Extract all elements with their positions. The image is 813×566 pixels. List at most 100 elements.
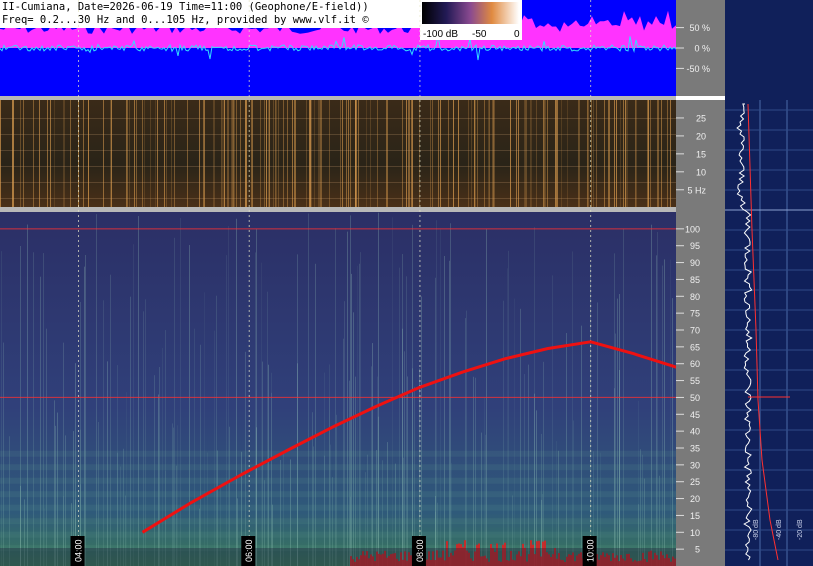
- spectrogram-streak: [133, 244, 134, 566]
- spectrogram-streak: [392, 217, 393, 566]
- low-spectrogram-streak: [477, 100, 478, 207]
- spectrogram-streak: [597, 302, 598, 566]
- main-freq-tick-label: 35: [690, 444, 700, 454]
- low-spectrogram-streak: [440, 100, 441, 207]
- main-freq-tick-label: 75: [690, 309, 700, 319]
- low-spectrogram-streak: [264, 100, 265, 207]
- low-spectrogram-streak: [468, 100, 469, 207]
- low-spectrogram-streak: [370, 100, 371, 207]
- low-spectrogram-streak: [648, 100, 649, 207]
- low-spectrogram-streak: [266, 100, 267, 207]
- main-freq-tick-label: 5: [695, 545, 700, 555]
- main-freq-tick-label: 55: [690, 376, 700, 386]
- spectrogram-streak: [216, 295, 217, 566]
- spectrogram-streak: [421, 296, 422, 566]
- low-spectrogram-streak: [276, 100, 277, 207]
- main-freq-tick-label: 65: [690, 342, 700, 352]
- low-spectrogram-streak: [204, 100, 205, 207]
- low-spectrogram-band: [0, 118, 676, 119]
- low-band-shade: [0, 548, 676, 566]
- low-spectrogram-band: [0, 134, 676, 135]
- low-spectrogram-streak: [171, 100, 172, 207]
- spectrogram-streak: [96, 214, 97, 566]
- low-spectrogram-streak: [227, 100, 229, 207]
- low-spectrogram-streak: [492, 100, 494, 207]
- low-spectrogram-streak: [489, 100, 490, 207]
- main-freq-tick-label: 50: [690, 393, 700, 403]
- spectrogram-streak: [503, 300, 504, 566]
- side-profile-tick-label: -40 dB: [776, 519, 783, 540]
- low-spectrogram-streak: [83, 100, 84, 207]
- low-spectrogram-band: [0, 198, 676, 199]
- low-spectrogram-streak: [213, 100, 215, 207]
- low-spectrogram-streak: [579, 100, 580, 207]
- spectrogram-streak: [180, 217, 181, 566]
- low-spectrogram-streak: [488, 100, 489, 207]
- colorbar-tick: 0: [514, 29, 520, 40]
- low-spectrogram-streak: [604, 100, 605, 207]
- spectrogram-streak: [350, 215, 351, 566]
- spectrogram-streak: [138, 216, 139, 566]
- spectrogram-streak: [465, 318, 466, 566]
- low-freq-tick-label: 5 Hz: [687, 185, 706, 195]
- spectrogram-streak: [204, 292, 205, 566]
- spectrogram-streak: [236, 218, 237, 566]
- low-spectrogram-streak: [129, 100, 130, 207]
- main-freq-tick-label: 95: [690, 241, 700, 251]
- low-spectrogram-streak: [616, 100, 617, 207]
- low-spectrogram-streak: [647, 100, 648, 207]
- low-spectrogram-streak: [0, 100, 1, 207]
- time-tick-label: 06:00: [244, 539, 254, 562]
- low-spectrogram-streak: [661, 100, 662, 207]
- amplitude-tick-label: 50 %: [689, 23, 710, 33]
- low-spectrogram-streak: [273, 100, 274, 207]
- colorbar-tick: -50: [472, 29, 487, 40]
- low-spectrogram-streak: [234, 100, 235, 207]
- spectrogram-streak: [436, 220, 437, 566]
- low-spectrogram-streak: [650, 100, 651, 207]
- spectrogram-streak: [349, 380, 350, 566]
- spectrogram-streak: [615, 333, 616, 566]
- spectrogram-streak: [143, 311, 144, 566]
- low-spectrogram-streak: [33, 100, 34, 207]
- low-spectrogram-streak: [536, 100, 537, 207]
- low-spectrogram-streak: [50, 100, 51, 207]
- spectrogram-chart: -100 dB -50 0 50 % 0 % -50 % 04:00 06:00 08:…: [0, 0, 813, 566]
- low-spectrogram-streak: [224, 100, 225, 207]
- low-spectrogram-streak: [635, 100, 637, 207]
- low-spectrogram-streak: [366, 100, 367, 207]
- low-spectrogram-streak: [386, 100, 388, 207]
- main-freq-tick-label: 25: [690, 477, 700, 487]
- low-freq-spectrogram: [0, 100, 676, 207]
- low-spectrogram-streak: [411, 100, 412, 207]
- spectrogram-streak: [514, 298, 515, 566]
- low-spectrogram-streak: [346, 100, 347, 207]
- low-spectrogram-streak: [555, 100, 556, 207]
- low-spectrogram-streak: [88, 100, 89, 207]
- low-spectrogram-streak: [430, 100, 431, 207]
- spectrogram-streak: [581, 325, 582, 566]
- low-spectrogram-streak: [484, 100, 485, 207]
- spectrogram-streak: [450, 223, 451, 566]
- low-spectrogram-streak: [453, 100, 454, 207]
- low-spectrogram-streak: [474, 100, 476, 207]
- low-freq-tick-label: 15: [696, 149, 706, 159]
- spectrogram-band: [0, 477, 676, 484]
- main-freq-tick-label: 30: [690, 460, 700, 470]
- side-profile-panel: -80 dB -40 dB -20 dB: [725, 0, 813, 566]
- low-spectrogram-streak: [516, 100, 517, 207]
- low-spectrogram-streak: [355, 100, 356, 207]
- low-spectrogram-streak: [556, 100, 558, 207]
- low-spectrogram-streak: [667, 100, 668, 207]
- amplitude-tick-label: 0 %: [694, 44, 710, 54]
- spectrogram-band: [0, 491, 676, 498]
- amplitude-tick-label: -50 %: [686, 64, 710, 74]
- spectrogram-streak: [353, 312, 354, 566]
- spectrogram-streak: [57, 412, 58, 566]
- low-spectrogram-streak: [406, 100, 407, 207]
- low-spectrogram-streak: [231, 100, 232, 207]
- low-spectrogram-streak: [593, 100, 594, 207]
- low-spectrogram-streak: [233, 100, 234, 207]
- low-spectrogram-streak: [126, 100, 127, 207]
- main-freq-tick-label: 40: [690, 427, 700, 437]
